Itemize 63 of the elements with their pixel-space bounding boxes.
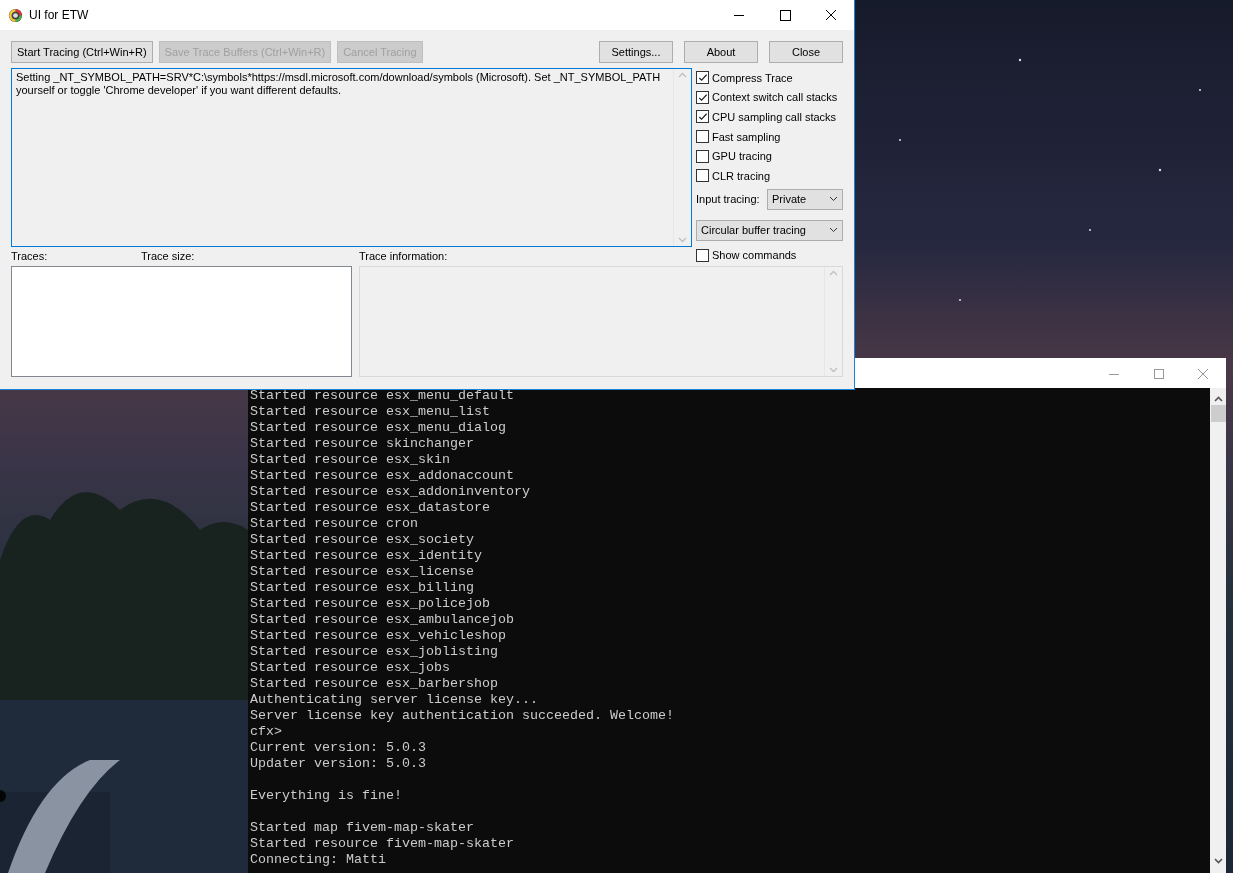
checkbox-label[interactable]: Show commands: [712, 249, 797, 262]
console-line: Started resource esx_society: [250, 532, 475, 548]
dropdown[interactable]: Private: [767, 188, 843, 210]
console-line: Started resource skinchanger: [250, 436, 475, 452]
toolbar-button[interactable]: Start Tracing (Ctrl+Win+R): [11, 41, 153, 63]
checkbox[interactable]: [696, 149, 709, 163]
traces-list[interactable]: [11, 266, 352, 377]
console-line: Started resource esx_menu_default: [250, 388, 515, 404]
console-line: Started resource esx_license: [250, 564, 475, 580]
checkbox[interactable]: [696, 71, 709, 85]
chevron-up-icon[interactable]: [1213, 396, 1223, 402]
console-line: Current version: 5.0.3: [250, 740, 427, 756]
console-line: Everything is fine!: [250, 788, 403, 804]
console-line: Started map fivem-map-skater: [250, 820, 475, 836]
dropdown[interactable]: Circular buffer tracing: [696, 219, 843, 241]
console-line: Started resource esx_datastore: [250, 500, 491, 516]
column-label: Trace size:: [141, 250, 195, 262]
console-line: Started resource esx_barbershop: [250, 676, 499, 692]
dialog-button[interactable]: Close: [769, 41, 843, 63]
scrollbar-thumb[interactable]: [1210, 405, 1226, 422]
console-line: Started resource esx_joblisting: [250, 644, 499, 660]
field-label: Input tracing:: [696, 193, 760, 206]
chevron-down-icon: [829, 196, 838, 203]
console-line: Server license key authentication succeeded. Welcome!: [250, 708, 675, 724]
window-title: UI for ETW: [29, 8, 89, 22]
console-line: cfx>: [250, 724, 283, 740]
console-line: Started resource esx_menu_dialog: [250, 420, 507, 436]
console-line: Started resource esx_addonaccount: [250, 468, 515, 484]
console-line: Connecting: Matti: [250, 852, 387, 868]
checkbox[interactable]: [696, 110, 709, 124]
dialog-button[interactable]: Settings...: [599, 41, 673, 63]
checkbox-label[interactable]: Context switch call stacks: [712, 91, 838, 104]
output-box[interactable]: Setting _NT_SYMBOL_PATH=SRV*C:\symbols*https://msdl.microsoft.com/download/symbols (Microsoft). Set _NT_SYMBOL_PATH yourself or toggle 'Chrome developer' if you want different defaults.: [11, 68, 692, 247]
console-line: Authenticating server license key...: [250, 692, 539, 708]
checkbox-label[interactable]: CPU sampling call stacks: [712, 111, 837, 123]
section-label: Trace information:: [359, 249, 449, 264]
console-line: Started resource cron: [250, 516, 419, 532]
checkbox[interactable]: [696, 130, 709, 144]
console-line: Started resource esx_menu_list: [250, 404, 491, 420]
checkbox[interactable]: [696, 248, 709, 262]
console-line: Started resource esx_skin: [250, 452, 451, 468]
console-line: Started resource esx_jobs: [250, 660, 451, 676]
console-line: Updater version: 5.0.3: [250, 756, 427, 772]
console-line: Started resource esx_policejob: [250, 596, 491, 612]
checkbox[interactable]: [696, 169, 709, 183]
console-line: Started resource esx_ambulancejob: [250, 612, 515, 628]
output-text: Setting _NT_SYMBOL_PATH=SRV*C:\symbols*https://msdl.microsoft.com/download/symbols (Microsoft). Set _NT_SYMBOL_PATH yourself or toggle 'Chrome developer' if you want different defaults.: [15, 70, 662, 98]
dialog-button[interactable]: About: [684, 41, 758, 63]
console-line: Started resource fivem-map-skater: [250, 836, 515, 852]
checkbox-label[interactable]: Compress Trace: [712, 71, 793, 84]
checkbox-label[interactable]: GPU tracing: [712, 150, 772, 163]
column-label: Traces:: [11, 250, 48, 262]
app-icon: [8, 7, 23, 23]
checkbox-label[interactable]: Fast sampling: [712, 130, 781, 143]
console-line: Started resource esx_billing: [250, 580, 475, 596]
chevron-down-icon: [829, 227, 838, 234]
console-line: Started resource esx_vehicleshop: [250, 628, 507, 644]
scrollbar[interactable]: [1210, 388, 1226, 873]
console-line: Started resource esx_identity: [250, 548, 483, 564]
checkbox[interactable]: [696, 90, 709, 104]
console-line: Started resource esx_addoninventory: [250, 484, 531, 500]
checkbox-label[interactable]: CLR tracing: [712, 169, 771, 182]
chevron-down-icon[interactable]: [1213, 858, 1223, 864]
